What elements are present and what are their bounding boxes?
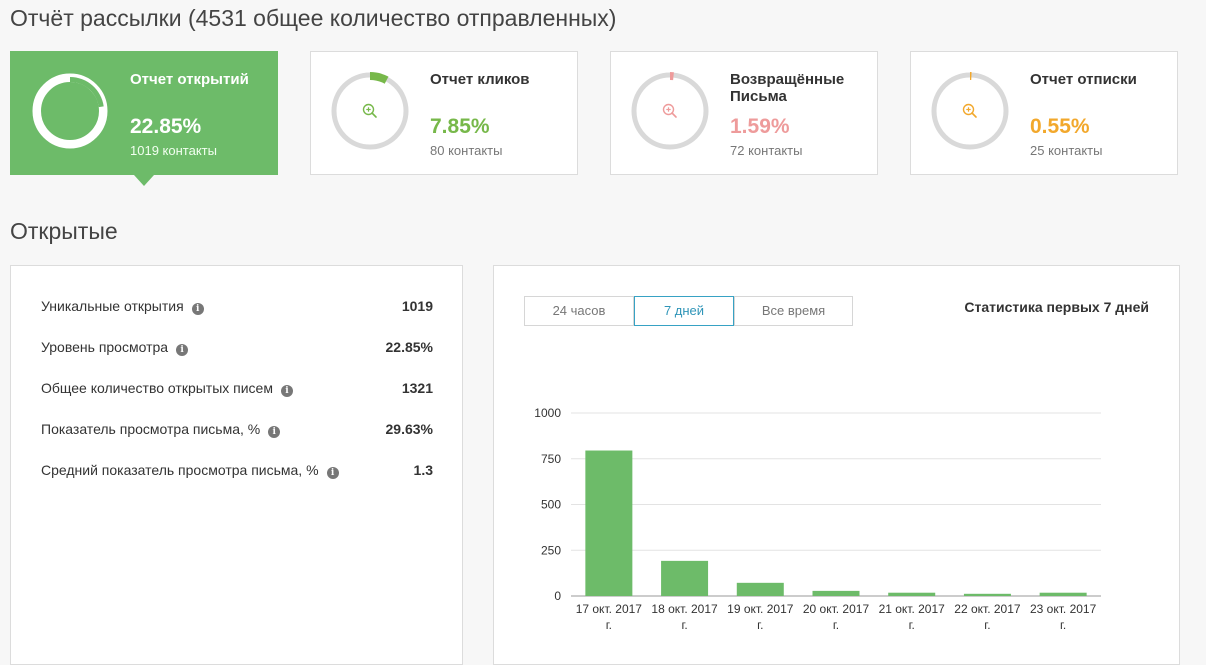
page-title: Отчёт рассылки (4531 общее количество от… [10, 5, 617, 31]
info-icon[interactable]: i [191, 303, 204, 315]
clicks-ring-segment [370, 72, 389, 84]
bar[interactable] [812, 590, 860, 596]
opens-bar-chart: 0 250 500 750 1000 17 окт. 2017 г. 18 окт. 2017… [534, 406, 1101, 632]
stat-label: Показатель просмотра письма, % i [41, 421, 281, 438]
bounced-progress-ring [631, 72, 709, 150]
x-tick-label: 17 окт. 2017 [576, 602, 643, 616]
stat-row: Показатель просмотра письма, % i 29.63% [41, 421, 433, 441]
y-tick-label: 1000 [534, 406, 561, 420]
zoom-in-icon [662, 103, 677, 118]
x-tick-label: 21 окт. 2017 [879, 602, 946, 616]
stat-label: Уровень просмотра i [41, 339, 189, 356]
clicks-percent: 7.85% [430, 115, 490, 138]
x-tick-label: г. [681, 618, 687, 632]
x-tick-label: г. [833, 618, 839, 632]
card-opens[interactable]: Отчет открытий 22.85% 1019 контакты [10, 51, 278, 175]
x-tick-label: 20 окт. 2017 [803, 602, 870, 616]
card-bounced[interactable]: Возвращённые Письма 1.59% 72 контакты [610, 51, 878, 175]
stat-label: Общее количество открытых писем i [41, 380, 293, 397]
opens-progress-ring [32, 73, 108, 149]
stats-panel: Уникальные открытия i 1019 Уровень просмотр… [10, 265, 463, 665]
x-tick-label: г. [984, 618, 990, 632]
x-tick-label: г. [1060, 618, 1066, 632]
stat-row: Уникальные открытия i 1019 [41, 298, 433, 318]
unsub-ring-segment [970, 72, 972, 81]
bar[interactable] [963, 593, 1011, 596]
x-tick-label: 22 окт. 2017 [954, 602, 1021, 616]
x-tick-label: 18 окт. 2017 [651, 602, 718, 616]
opens-card-title: Отчет открытий [130, 71, 249, 88]
stat-label: Уникальные открытия i [41, 298, 204, 315]
stat-value: 22.85% [385, 339, 433, 355]
x-tick-label: г. [909, 618, 915, 632]
info-icon[interactable]: i [176, 344, 189, 356]
x-tick-label: 19 окт. 2017 [727, 602, 794, 616]
stat-row: Уровень просмотра i 22.85% [41, 339, 433, 359]
zoom-in-icon [962, 103, 977, 118]
clicks-contacts: 80 контакты [430, 143, 503, 158]
stat-label: Средний показатель просмотра письма, % i [41, 462, 339, 479]
unsub-card-title: Отчет отписки [1030, 71, 1137, 88]
unsub-progress-ring [931, 72, 1009, 150]
bounced-contacts: 72 контакты [730, 143, 803, 158]
stat-value: 1321 [401, 380, 433, 396]
stat-value: 1019 [401, 298, 433, 314]
x-tick-label: г. [757, 618, 763, 632]
clicks-card-title: Отчет кликов [430, 71, 530, 88]
stat-row: Общее количество открытых писем i 1321 [41, 380, 433, 400]
bar[interactable] [1039, 592, 1087, 596]
card-unsub[interactable]: Отчет отписки 0.55% 25 контакты [910, 51, 1178, 175]
x-tick-label: г. [606, 618, 612, 632]
unsub-contacts: 25 контакты [1030, 143, 1103, 158]
zoom-in-icon [362, 103, 377, 118]
y-tick-label: 750 [541, 452, 561, 466]
opens-contacts: 1019 контакты [130, 143, 217, 158]
info-icon[interactable]: i [326, 467, 339, 479]
card-clicks[interactable]: Отчет кликов 7.85% 80 контакты [310, 51, 578, 175]
bar[interactable] [661, 560, 709, 596]
clicks-progress-ring [331, 72, 409, 150]
y-tick-label: 500 [541, 498, 561, 512]
bar[interactable] [736, 582, 784, 596]
info-icon[interactable]: i [280, 385, 293, 397]
y-tick-label: 250 [541, 543, 561, 557]
chart-panel: 24 часов 7 дней Все время Статистика первы… [493, 265, 1180, 665]
section-title: Открытые [10, 218, 118, 244]
bar[interactable] [888, 592, 936, 596]
stat-row: Средний показатель просмотра письма, % i 1… [41, 462, 433, 482]
bar[interactable] [585, 450, 633, 596]
active-card-pointer [134, 175, 154, 186]
bounced-ring-segment [670, 72, 674, 81]
info-icon[interactable]: i [268, 426, 281, 438]
opens-percent: 22.85% [130, 115, 202, 138]
x-tick-label: 23 окт. 2017 [1030, 602, 1097, 616]
stat-value: 29.63% [385, 421, 433, 437]
bounced-card-title: Возвращённые Письма [730, 71, 845, 105]
y-tick-label: 0 [554, 589, 561, 603]
unsub-percent: 0.55% [1030, 115, 1090, 138]
stat-value: 1.3 [413, 462, 433, 478]
bounced-percent: 1.59% [730, 115, 790, 138]
